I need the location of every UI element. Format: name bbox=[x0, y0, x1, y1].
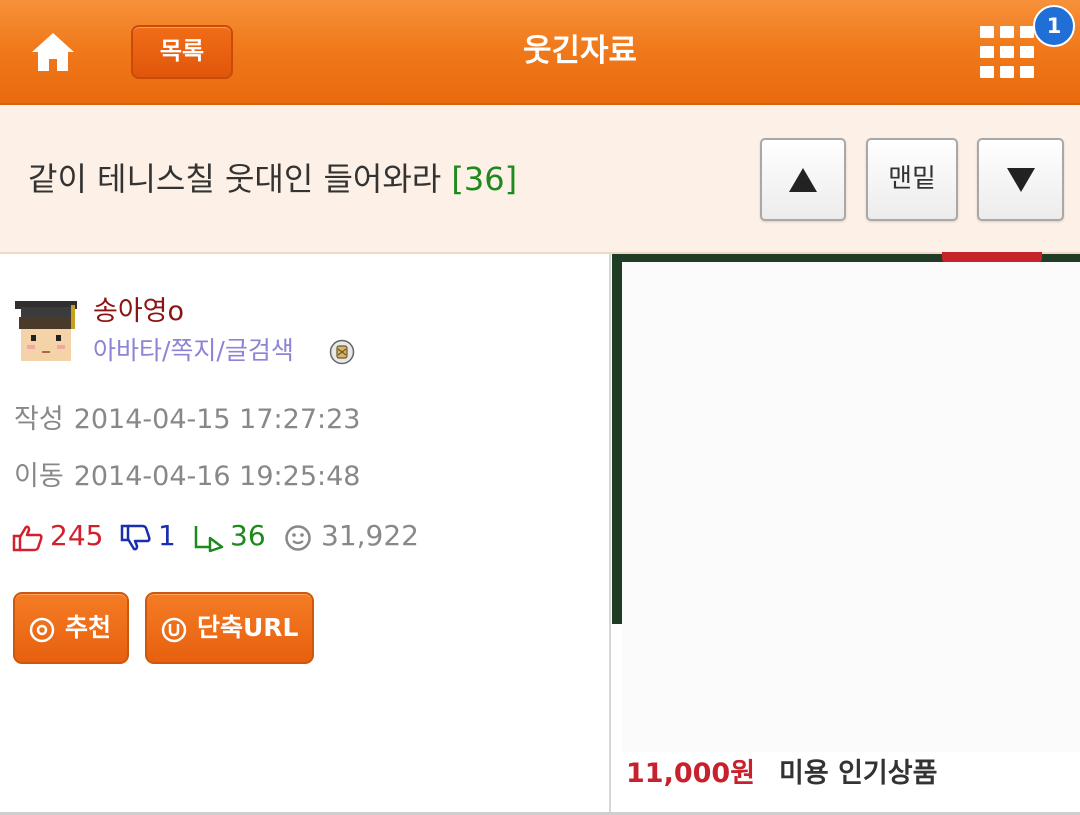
short-url-circle-icon bbox=[161, 617, 187, 643]
created-label: 작성 bbox=[14, 404, 64, 435]
moved-value: 2014-04-16 19:25:48 bbox=[73, 461, 361, 492]
notification-badge[interactable]: 1 bbox=[1033, 5, 1075, 47]
home-button[interactable] bbox=[30, 30, 76, 74]
post-header: 같이 테니스칠 웃대인 들어와라 [36] 맨밑 bbox=[0, 105, 1080, 254]
like-count: 245 bbox=[50, 519, 104, 552]
avatar-icon bbox=[13, 297, 79, 363]
smiley-face-icon bbox=[285, 525, 311, 551]
scroll-bottom-button[interactable]: 맨밑 bbox=[866, 138, 958, 221]
author-name[interactable]: 송아영o bbox=[93, 294, 184, 330]
recommend-button[interactable]: 추천 bbox=[13, 592, 129, 664]
short-url-button[interactable]: 단축URL bbox=[145, 592, 314, 664]
triangle-down-icon bbox=[1006, 168, 1035, 192]
page-title: 웃긴자료 bbox=[522, 33, 638, 69]
triangle-up-icon bbox=[789, 168, 817, 192]
created-value: 2014-04-15 17:27:23 bbox=[73, 404, 361, 435]
scroll-up-button[interactable] bbox=[760, 138, 846, 221]
ad-product-name[interactable]: 미용 인기상품 bbox=[779, 757, 937, 791]
post-title: 같이 테니스칠 웃대인 들어와라 [36] bbox=[28, 157, 517, 201]
reply-arrow-icon bbox=[194, 526, 224, 552]
comment-count[interactable]: [36] bbox=[451, 160, 517, 198]
author-links[interactable]: 아바타/쪽지/글검색 bbox=[93, 334, 294, 368]
ad-product-image[interactable] bbox=[622, 262, 1080, 752]
ad-banner-edge bbox=[612, 254, 622, 624]
dislike-count: 1 bbox=[158, 519, 176, 552]
menu-grid-button[interactable] bbox=[978, 24, 1040, 82]
scroll-down-button[interactable] bbox=[977, 138, 1064, 221]
ad-panel[interactable]: 11,000원 미용 인기상품 bbox=[612, 252, 1080, 815]
post-title-text: 같이 테니스칠 웃대인 들어와라 bbox=[28, 160, 442, 198]
home-icon bbox=[32, 33, 74, 71]
ad-price[interactable]: 11,000원 bbox=[626, 757, 755, 791]
reply-count: 36 bbox=[230, 519, 266, 552]
moved-date: 이동 2014-04-16 19:25:48 bbox=[14, 459, 360, 495]
moved-label: 이동 bbox=[14, 461, 64, 492]
created-date: 작성 2014-04-15 17:27:23 bbox=[14, 402, 360, 438]
list-button[interactable]: 목록 bbox=[131, 25, 233, 79]
thumbs-down-icon bbox=[120, 524, 151, 551]
view-count: 31,922 bbox=[321, 519, 419, 552]
top-app-bar: 목록 웃긴자료 1 bbox=[0, 0, 1080, 105]
author-panel: 송아영o 아바타/쪽지/글검색 작성 2014-04-15 17:27:23 이동… bbox=[0, 254, 611, 815]
level-badge-icon bbox=[329, 339, 355, 365]
recommend-circle-icon bbox=[29, 617, 55, 643]
thumbs-up-icon bbox=[12, 525, 43, 552]
short-url-label: 단축URL bbox=[197, 613, 299, 642]
avatar[interactable] bbox=[13, 297, 79, 363]
grid-icon bbox=[978, 24, 1040, 82]
recommend-label: 추천 bbox=[65, 613, 112, 642]
